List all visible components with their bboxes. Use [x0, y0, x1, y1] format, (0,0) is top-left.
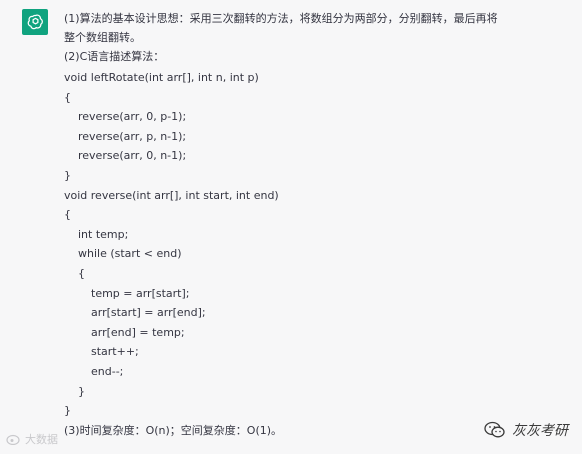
code-line: reverse(arr, 0, n-1); [78, 149, 187, 163]
code-line: arr[start] = arr[end]; [91, 306, 206, 320]
code-line: { [78, 266, 85, 280]
chatgpt-logo-icon [27, 13, 43, 29]
code-block: void leftRotate(int arr[], int n, int p)… [64, 68, 569, 421]
code-line: void reverse(int arr[], int start, int e… [64, 188, 279, 202]
code-line: void leftRotate(int arr[], int n, int p) [64, 71, 259, 84]
intro-line-2: 整个数组翻转。 [64, 31, 141, 44]
watermark-right-text: 灰灰考研 [512, 423, 568, 439]
code-line: start++; [91, 345, 139, 359]
weibo-icon [6, 434, 20, 445]
code-line: } [64, 404, 71, 418]
watermark-left: 大数据 [6, 431, 58, 447]
code-line: arr[end] = temp; [91, 325, 185, 339]
code-line: temp = arr[start]; [91, 286, 190, 300]
intro-line-3: (2)C语言描述算法： [64, 50, 165, 63]
code-line: while (start < end) [78, 247, 182, 261]
complexity-line: (3)时间复杂度：O(n)；空间复杂度：O(1)。 [64, 424, 283, 437]
code-line: { [64, 90, 71, 104]
code-line: } [78, 384, 85, 398]
wechat-icon [484, 421, 505, 438]
message-content: (1)算法的基本设计思想：采用三次翻转的方法，将数组分为两部分，分别翻转，最后再… [64, 9, 569, 421]
chatgpt-avatar [22, 9, 48, 35]
code-line: reverse(arr, 0, p-1); [78, 110, 187, 124]
code-line: int temp; [78, 227, 129, 241]
code-line: reverse(arr, p, n-1); [78, 129, 187, 143]
watermark-right: 灰灰考研 [484, 420, 568, 440]
code-line: { [64, 208, 71, 222]
code-line: } [64, 168, 71, 182]
code-line: end--; [91, 364, 124, 378]
watermark-left-text: 大数据 [25, 433, 58, 446]
intro-line-1: (1)算法的基本设计思想：采用三次翻转的方法，将数组分为两部分，分别翻转，最后再… [64, 12, 498, 25]
chat-message: (1)算法的基本设计思想：采用三次翻转的方法，将数组分为两部分，分别翻转，最后再… [0, 0, 582, 454]
